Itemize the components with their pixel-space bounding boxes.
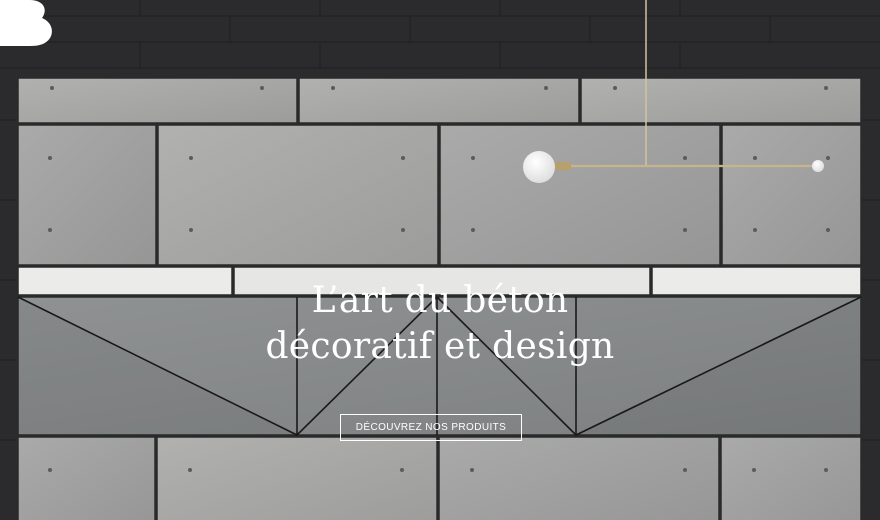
hero-background-image xyxy=(0,0,880,520)
hero-headline-line2: décoratif et design xyxy=(265,326,615,367)
hero-section: L’art du béton décoratif et design DÉCOU… xyxy=(0,0,880,520)
hero-headline: L’art du béton décoratif et design xyxy=(0,278,880,370)
hero-headline-line1: L’art du béton xyxy=(311,280,569,321)
b-letter-logo-icon[interactable] xyxy=(0,0,54,46)
discover-products-button[interactable]: DÉCOUVREZ NOS PRODUITS xyxy=(340,414,522,441)
